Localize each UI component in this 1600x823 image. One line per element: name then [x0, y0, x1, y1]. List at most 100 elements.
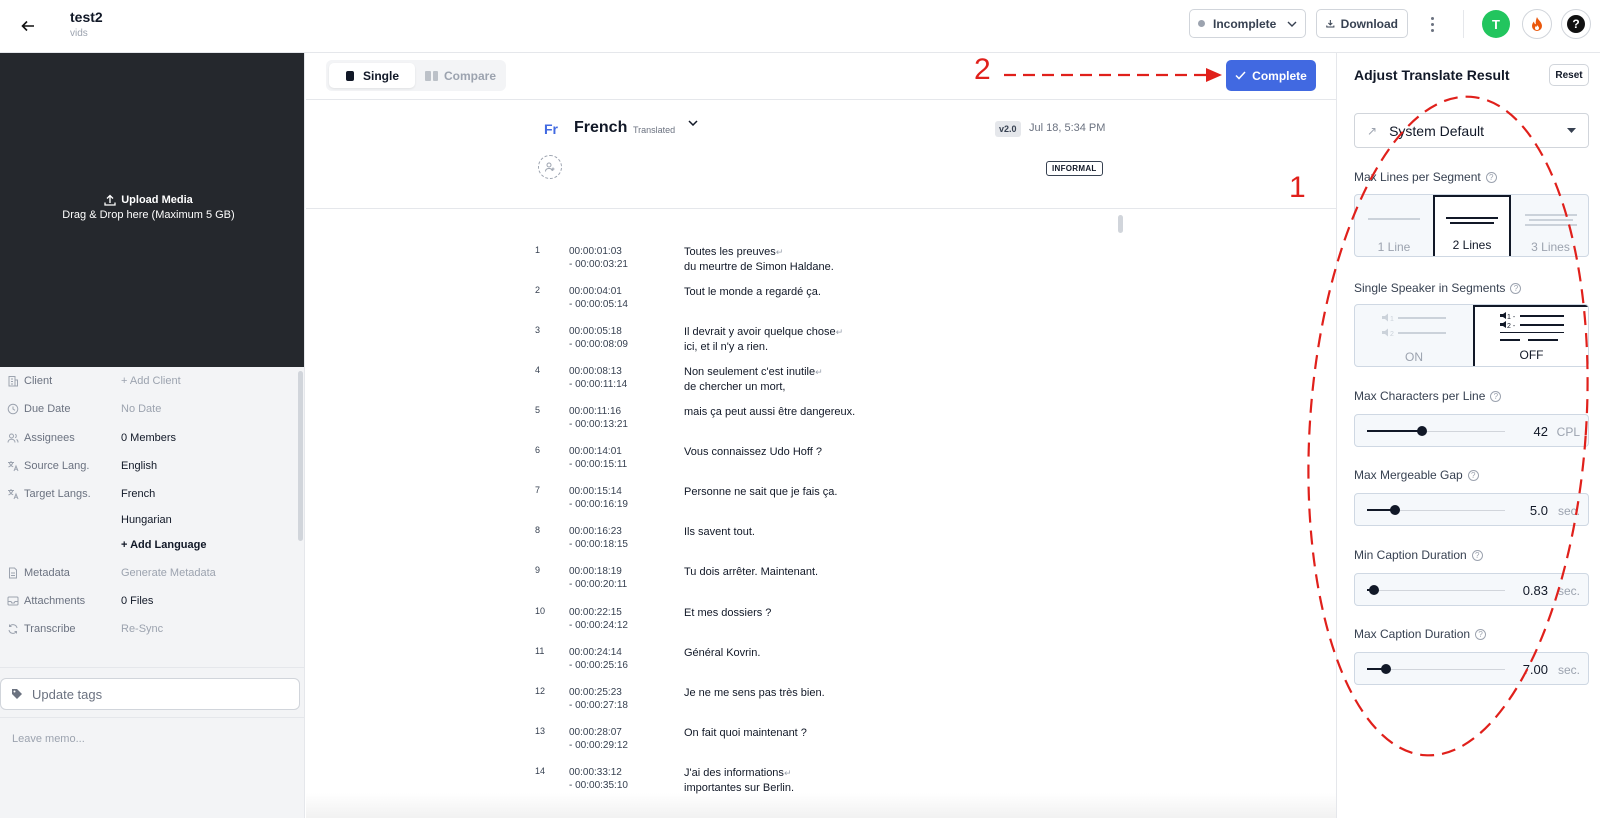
option-speaker-off[interactable]: 1 -2 - OFF	[1473, 305, 1588, 366]
segment-start: 00:00:15:14	[569, 486, 622, 497]
segment-timecode[interactable]: 00:00:28:07 - 00:00:29:12	[569, 726, 628, 752]
segment-text[interactable]: Général Kovrin.	[684, 646, 760, 661]
segment-timecode[interactable]: 00:00:18:19 - 00:00:20:11	[569, 565, 627, 591]
slider-handle[interactable]	[1381, 664, 1392, 674]
segment-text[interactable]: On fait quoi maintenant ?	[684, 726, 807, 741]
min-duration-slider[interactable]: 0.83 sec.	[1354, 573, 1589, 606]
info-icon[interactable]: ?	[1475, 628, 1487, 640]
segment-timecode[interactable]: 00:00:15:14 - 00:00:16:19	[569, 485, 628, 511]
segment-timecode[interactable]: 00:00:08:13 - 00:00:11:14	[569, 365, 627, 391]
segment-text[interactable]: Personne ne sait que je fais ça.	[684, 485, 837, 500]
tab-single[interactable]: Single	[329, 63, 415, 88]
more-options-icon[interactable]	[1425, 12, 1439, 36]
segment-text[interactable]: Tu dois arrêter. Maintenant.	[684, 565, 818, 580]
segment-row[interactable]: 1 00:00:01:03 - 00:00:03:21 Toutes les preu…	[535, 245, 1095, 279]
segment-text[interactable]: Tout le monde a regardé ça.	[684, 285, 821, 300]
segment-row[interactable]: 2 00:00:04:01 - 00:00:05:14 Tout le monde a…	[535, 285, 1095, 319]
option-3-lines[interactable]: 3 Lines	[1511, 195, 1588, 256]
option-speaker-on[interactable]: 12 ON	[1355, 305, 1473, 366]
slider-handle[interactable]	[1389, 505, 1400, 515]
segment-start: 00:00:24:14	[569, 647, 622, 658]
segment-end: - 00:00:03:21	[569, 259, 628, 270]
segment-row[interactable]: 3 00:00:05:18 - 00:00:08:09 Il devrait y av…	[535, 325, 1095, 359]
sidebar-scrollbar[interactable]	[298, 371, 303, 541]
segment-row[interactable]: 10 00:00:22:15 - 00:00:24:12 Et mes dossier…	[535, 606, 1095, 640]
target-language-hungarian[interactable]: Hungarian	[121, 514, 172, 526]
resync-link[interactable]: Re-Sync	[121, 623, 163, 635]
segment-text[interactable]: J'ai des informations↵ importantes sur Be…	[684, 766, 794, 796]
tab-compare[interactable]: Compare	[421, 63, 505, 88]
segment-row[interactable]: 5 00:00:11:16 - 00:00:13:21 mais ça peut au…	[535, 405, 1095, 439]
segment-list-scrollbar[interactable]	[1118, 215, 1123, 233]
segment-row[interactable]: 9 00:00:18:19 - 00:00:20:11 Tu dois arrêter…	[535, 565, 1095, 599]
option-1-line[interactable]: 1 Line	[1355, 195, 1433, 256]
generate-metadata-link[interactable]: Generate Metadata	[121, 567, 216, 579]
segment-row[interactable]: 11 00:00:24:14 - 00:00:25:16 Général Kovrin…	[535, 646, 1095, 680]
info-icon[interactable]: ?	[1510, 282, 1522, 294]
add-language-link[interactable]: + Add Language	[121, 539, 206, 551]
status-dot-icon	[1198, 20, 1205, 27]
back-button[interactable]	[14, 12, 42, 40]
assign-user-button[interactable]	[538, 155, 562, 179]
segment-row[interactable]: 12 00:00:25:23 - 00:00:27:18 Je ne me sens …	[535, 686, 1095, 720]
due-date-value[interactable]: No Date	[121, 403, 161, 415]
option-2-lines[interactable]: 2 Lines	[1433, 195, 1511, 256]
segment-text[interactable]: Ils savent tout.	[684, 525, 755, 540]
reset-button[interactable]: Reset	[1549, 64, 1589, 86]
segment-text[interactable]: Vous connaissez Udo Hoff ?	[684, 445, 822, 460]
max-chars-slider[interactable]: 42 CPL	[1354, 414, 1589, 447]
segment-timecode[interactable]: 00:00:05:18 - 00:00:08:09	[569, 325, 628, 351]
source-language-label: Source Lang.	[24, 460, 90, 472]
media-dropzone[interactable]: Upload Media Drag & Drop here (Maximum 5…	[0, 53, 304, 367]
info-icon[interactable]: ?	[1490, 390, 1502, 402]
slider-handle[interactable]	[1417, 426, 1428, 436]
info-icon[interactable]: ?	[1471, 549, 1483, 561]
segment-text[interactable]: Je ne me sens pas très bien.	[684, 686, 825, 701]
segment-timecode[interactable]: 00:00:04:01 - 00:00:05:14	[569, 285, 628, 311]
segment-row[interactable]: 6 00:00:14:01 - 00:00:15:11 Vous connaissez…	[535, 445, 1095, 479]
segment-text[interactable]: Toutes les preuves↵ du meurtre de Simon H…	[684, 245, 834, 275]
segment-row[interactable]: 7 00:00:15:14 - 00:00:16:19 Personne ne sai…	[535, 485, 1095, 519]
segment-timecode[interactable]: 00:00:33:12 - 00:00:35:10	[569, 766, 628, 792]
attachments-value[interactable]: 0 Files	[121, 595, 153, 607]
segment-timecode[interactable]: 00:00:24:14 - 00:00:25:16	[569, 646, 628, 672]
segment-text[interactable]: Il devrait y avoir quelque chose↵ ici, et…	[684, 325, 843, 355]
segment-text[interactable]: Et mes dossiers ?	[684, 606, 771, 621]
tags-input[interactable]: Update tags	[0, 678, 300, 710]
segment-row[interactable]: 8 00:00:16:23 - 00:00:18:15 Ils savent tout…	[535, 525, 1095, 559]
info-icon[interactable]: ?	[1467, 469, 1479, 481]
panel-title: Adjust Translate Result	[1354, 67, 1510, 83]
segment-timecode[interactable]: 00:00:22:15 - 00:00:24:12	[569, 606, 628, 632]
source-language-value[interactable]: English	[121, 460, 157, 472]
max-duration-slider[interactable]: 7.00 sec.	[1354, 652, 1589, 685]
segment-timecode[interactable]: 00:00:25:23 - 00:00:27:18	[569, 686, 628, 712]
segment-row[interactable]: 4 00:00:08:13 - 00:00:11:14 Non seulement c…	[535, 365, 1095, 399]
help-button[interactable]: ?	[1561, 9, 1591, 39]
fire-icon	[1532, 17, 1542, 31]
memo-placeholder: Leave memo...	[12, 733, 85, 745]
segment-end: - 00:00:35:10	[569, 780, 628, 791]
info-icon[interactable]: ?	[1485, 171, 1497, 183]
memo-field[interactable]: Leave memo...	[0, 717, 304, 818]
segment-timecode[interactable]: 00:00:01:03 - 00:00:03:21	[569, 245, 628, 271]
target-language-french[interactable]: French	[121, 488, 155, 500]
fire-button[interactable]	[1522, 9, 1552, 39]
segment-line-1: Général Kovrin.	[684, 647, 761, 659]
complete-button[interactable]: Complete	[1226, 60, 1316, 91]
preset-select[interactable]: ↗ System Default	[1354, 113, 1589, 148]
segment-timecode[interactable]: 00:00:16:23 - 00:00:18:15	[569, 525, 628, 551]
segment-text[interactable]: mais ça peut aussi être dangereux.	[684, 405, 855, 420]
avatar[interactable]: T	[1482, 10, 1510, 38]
segment-row[interactable]: 13 00:00:28:07 - 00:00:29:12 On fait quoi m…	[535, 726, 1095, 760]
mergeable-gap-slider[interactable]: 5.0 sec.	[1354, 493, 1589, 526]
segment-timecode[interactable]: 00:00:14:01 - 00:00:15:11	[569, 445, 627, 471]
bottom-fade	[306, 793, 1336, 818]
slider-handle[interactable]	[1368, 585, 1379, 595]
chevron-down-icon[interactable]	[688, 120, 698, 126]
add-client-link[interactable]: + Add Client	[121, 375, 181, 387]
segment-text[interactable]: Non seulement c'est inutile↵ de chercher …	[684, 365, 823, 395]
segment-timecode[interactable]: 00:00:11:16 - 00:00:13:21	[569, 405, 628, 431]
status-dropdown[interactable]: Incomplete	[1189, 9, 1306, 38]
download-button[interactable]: Download	[1316, 9, 1408, 38]
assignees-value[interactable]: 0 Members	[121, 432, 176, 444]
